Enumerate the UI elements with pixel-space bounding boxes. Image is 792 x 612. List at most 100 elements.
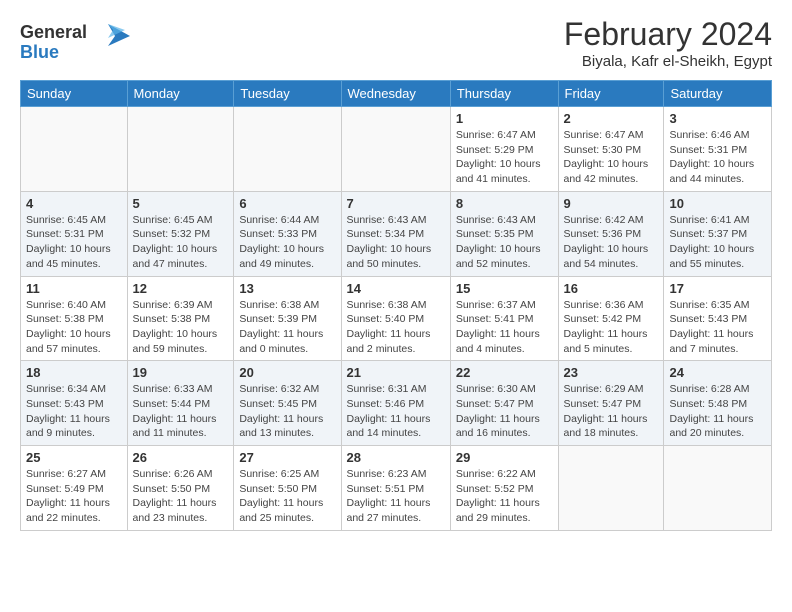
weekday-header: Friday [558, 81, 664, 107]
calendar-cell: 1 Sunrise: 6:47 AMSunset: 5:29 PMDaylight… [450, 107, 558, 192]
day-number: 9 [564, 196, 659, 211]
logo: General Blue [20, 16, 130, 69]
calendar-header: SundayMondayTuesdayWednesdayThursdayFrid… [21, 81, 772, 107]
calendar-cell: 14 Sunrise: 6:38 AMSunset: 5:40 PMDayligh… [341, 276, 450, 361]
day-number: 11 [26, 281, 122, 296]
day-info: Sunrise: 6:31 AMSunset: 5:46 PMDaylight:… [347, 382, 445, 441]
calendar-week-row: 25Sunrise: 6:27 AMSunset: 5:49 PMDayligh… [21, 446, 772, 531]
day-info: Sunrise: 6:22 AMSunset: 5:52 PMDaylight:… [456, 467, 553, 526]
calendar-cell: 24 Sunrise: 6:28 AMSunset: 5:48 PMDayligh… [664, 361, 772, 446]
calendar-title: February 2024 [564, 16, 772, 53]
day-number: 7 [347, 196, 445, 211]
title-block: February 2024 Biyala, Kafr el-Sheikh, Eg… [564, 16, 772, 70]
weekday-header: Thursday [450, 81, 558, 107]
calendar-cell: 11 Sunrise: 6:40 AMSunset: 5:38 PMDayligh… [21, 276, 128, 361]
day-info: Sunrise: 6:47 AMSunset: 5:29 PMDaylight:… [456, 128, 553, 187]
day-info: Sunrise: 6:38 AMSunset: 5:40 PMDaylight:… [347, 298, 445, 357]
day-info: Sunrise: 6:35 AMSunset: 5:43 PMDaylight:… [669, 298, 766, 357]
day-number: 19 [133, 365, 229, 380]
calendar-cell: 21 Sunrise: 6:31 AMSunset: 5:46 PMDayligh… [341, 361, 450, 446]
calendar-table: SundayMondayTuesdayWednesdayThursdayFrid… [20, 80, 772, 531]
day-info: Sunrise: 6:42 AMSunset: 5:36 PMDaylight:… [564, 213, 659, 272]
calendar-cell: 19 Sunrise: 6:33 AMSunset: 5:44 PMDayligh… [127, 361, 234, 446]
calendar-cell: 15 Sunrise: 6:37 AMSunset: 5:41 PMDayligh… [450, 276, 558, 361]
calendar-week-row: 1 Sunrise: 6:47 AMSunset: 5:29 PMDaylight… [21, 107, 772, 192]
calendar-cell: 23 Sunrise: 6:29 AMSunset: 5:47 PMDayligh… [558, 361, 664, 446]
header: General Blue February 2024 Biyala, Kafr … [20, 16, 772, 70]
calendar-cell: 8Sunrise: 6:43 AMSunset: 5:35 PMDaylight… [450, 191, 558, 276]
calendar-cell: 27Sunrise: 6:25 AMSunset: 5:50 PMDayligh… [234, 446, 341, 531]
day-info: Sunrise: 6:47 AMSunset: 5:30 PMDaylight:… [564, 128, 659, 187]
day-info: Sunrise: 6:37 AMSunset: 5:41 PMDaylight:… [456, 298, 553, 357]
day-number: 10 [669, 196, 766, 211]
day-number: 16 [564, 281, 659, 296]
day-info: Sunrise: 6:45 AMSunset: 5:31 PMDaylight:… [26, 213, 122, 272]
day-number: 15 [456, 281, 553, 296]
day-number: 22 [456, 365, 553, 380]
calendar-cell: 29 Sunrise: 6:22 AMSunset: 5:52 PMDayligh… [450, 446, 558, 531]
calendar-cell [341, 107, 450, 192]
day-info: Sunrise: 6:40 AMSunset: 5:38 PMDaylight:… [26, 298, 122, 357]
calendar-cell: 5 Sunrise: 6:45 AMSunset: 5:32 PMDaylight… [127, 191, 234, 276]
calendar-cell [664, 446, 772, 531]
logo-block: General Blue [20, 16, 130, 69]
logo-svg: General Blue [20, 16, 130, 64]
calendar-cell: 20Sunrise: 6:32 AMSunset: 5:45 PMDayligh… [234, 361, 341, 446]
calendar-cell [234, 107, 341, 192]
day-number: 6 [239, 196, 335, 211]
day-info: Sunrise: 6:32 AMSunset: 5:45 PMDaylight:… [239, 382, 335, 441]
calendar-week-row: 4Sunrise: 6:45 AMSunset: 5:31 PMDaylight… [21, 191, 772, 276]
day-number: 27 [239, 450, 335, 465]
calendar-cell: 22Sunrise: 6:30 AMSunset: 5:47 PMDayligh… [450, 361, 558, 446]
day-number: 21 [347, 365, 445, 380]
weekday-header: Tuesday [234, 81, 341, 107]
day-info: Sunrise: 6:29 AMSunset: 5:47 PMDaylight:… [564, 382, 659, 441]
day-info: Sunrise: 6:43 AMSunset: 5:34 PMDaylight:… [347, 213, 445, 272]
day-info: Sunrise: 6:43 AMSunset: 5:35 PMDaylight:… [456, 213, 553, 272]
calendar-cell: 13 Sunrise: 6:38 AMSunset: 5:39 PMDayligh… [234, 276, 341, 361]
svg-text:Blue: Blue [20, 42, 59, 62]
day-info: Sunrise: 6:33 AMSunset: 5:44 PMDaylight:… [133, 382, 229, 441]
day-info: Sunrise: 6:34 AMSunset: 5:43 PMDaylight:… [26, 382, 122, 441]
calendar-cell: 3Sunrise: 6:46 AMSunset: 5:31 PMDaylight… [664, 107, 772, 192]
day-number: 14 [347, 281, 445, 296]
day-info: Sunrise: 6:38 AMSunset: 5:39 PMDaylight:… [239, 298, 335, 357]
calendar-cell: 9 Sunrise: 6:42 AMSunset: 5:36 PMDaylight… [558, 191, 664, 276]
day-info: Sunrise: 6:45 AMSunset: 5:32 PMDaylight:… [133, 213, 229, 272]
calendar-cell: 18 Sunrise: 6:34 AMSunset: 5:43 PMDayligh… [21, 361, 128, 446]
day-info: Sunrise: 6:27 AMSunset: 5:49 PMDaylight:… [26, 467, 122, 526]
day-number: 29 [456, 450, 553, 465]
day-number: 5 [133, 196, 229, 211]
calendar-cell: 4Sunrise: 6:45 AMSunset: 5:31 PMDaylight… [21, 191, 128, 276]
weekday-header: Sunday [21, 81, 128, 107]
day-info: Sunrise: 6:26 AMSunset: 5:50 PMDaylight:… [133, 467, 229, 526]
day-number: 23 [564, 365, 659, 380]
day-info: Sunrise: 6:36 AMSunset: 5:42 PMDaylight:… [564, 298, 659, 357]
calendar-cell: 28 Sunrise: 6:23 AMSunset: 5:51 PMDayligh… [341, 446, 450, 531]
calendar-cell: 17 Sunrise: 6:35 AMSunset: 5:43 PMDayligh… [664, 276, 772, 361]
day-number: 1 [456, 111, 553, 126]
calendar-cell [21, 107, 128, 192]
calendar-cell: 6 Sunrise: 6:44 AMSunset: 5:33 PMDaylight… [234, 191, 341, 276]
weekday-header: Saturday [664, 81, 772, 107]
day-info: Sunrise: 6:28 AMSunset: 5:48 PMDaylight:… [669, 382, 766, 441]
calendar-cell: 2 Sunrise: 6:47 AMSunset: 5:30 PMDaylight… [558, 107, 664, 192]
day-number: 28 [347, 450, 445, 465]
day-number: 26 [133, 450, 229, 465]
weekday-header: Monday [127, 81, 234, 107]
day-number: 18 [26, 365, 122, 380]
calendar-week-row: 11 Sunrise: 6:40 AMSunset: 5:38 PMDayligh… [21, 276, 772, 361]
day-number: 2 [564, 111, 659, 126]
calendar-cell [127, 107, 234, 192]
calendar-cell: 10Sunrise: 6:41 AMSunset: 5:37 PMDayligh… [664, 191, 772, 276]
page: General Blue February 2024 Biyala, Kafr … [0, 0, 792, 541]
day-number: 24 [669, 365, 766, 380]
calendar-cell: 16 Sunrise: 6:36 AMSunset: 5:42 PMDayligh… [558, 276, 664, 361]
calendar-cell: 26 Sunrise: 6:26 AMSunset: 5:50 PMDayligh… [127, 446, 234, 531]
day-info: Sunrise: 6:44 AMSunset: 5:33 PMDaylight:… [239, 213, 335, 272]
day-number: 13 [239, 281, 335, 296]
weekday-row: SundayMondayTuesdayWednesdayThursdayFrid… [21, 81, 772, 107]
day-number: 17 [669, 281, 766, 296]
day-number: 12 [133, 281, 229, 296]
day-info: Sunrise: 6:23 AMSunset: 5:51 PMDaylight:… [347, 467, 445, 526]
